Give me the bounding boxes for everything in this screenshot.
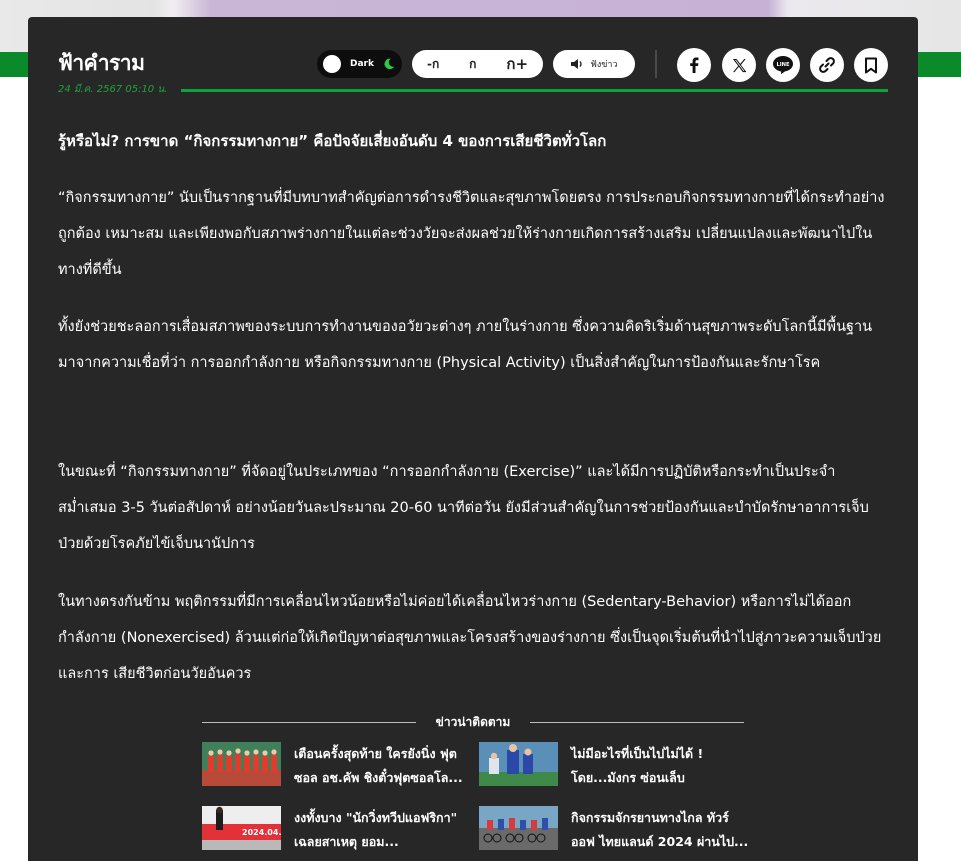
article-paragraph: ทั้งยังช่วยชะลอการเสื่อมสภาพของระบบการทำ…	[58, 319, 873, 371]
news-thumbnail-cycling	[479, 806, 558, 850]
speaker-icon	[571, 59, 583, 69]
link-icon	[819, 57, 835, 73]
related-news-item[interactable]: 2024.04.14 งงทั้งบาง "นักวิ่งทวีปแอฟริกา…	[202, 806, 472, 854]
related-news-headline: เตือนครั้งสุดท้าย ใครยังนิ่ง ฟุตซอล อช.ค…	[294, 746, 463, 785]
toggle-knob	[323, 55, 341, 73]
article-paragraph: ในขณะที่ “กิจกรรมทางกาย” ที่จัดอยู่ในประ…	[58, 464, 869, 552]
date-underline	[181, 89, 888, 92]
copy-link-button[interactable]	[810, 48, 844, 82]
article-card: ฟ้าคำราม 24 มี.ค. 2567 05:10 น. Dark -ก …	[28, 17, 918, 861]
author-name[interactable]: ฟ้าคำราม	[58, 47, 145, 80]
toolbar-divider	[655, 50, 657, 78]
related-news-item[interactable]: เตือนครั้งสุดท้าย ใครยังนิ่ง ฟุตซอล อช.ค…	[202, 742, 472, 790]
heading-rule	[530, 721, 744, 723]
x-share-button[interactable]	[722, 48, 756, 82]
font-normal-button[interactable]: ก	[469, 55, 476, 74]
related-news-heading: ข่าวน่าติดตาม	[202, 712, 744, 732]
line-share-button[interactable]: LINE	[766, 48, 800, 82]
listen-label: ฟังข่าว	[590, 60, 618, 70]
font-size-controls: -ก ก ก+	[412, 50, 543, 78]
related-news-headline: ไม่มีอะไรที่เป็นไปไม่ได้ ! โดย...มังกร ซ…	[571, 746, 704, 785]
moon-icon	[384, 58, 395, 70]
facebook-share-button[interactable]	[677, 48, 711, 82]
bookmark-icon	[865, 57, 877, 73]
news-thumbnail-football	[479, 742, 558, 786]
dark-mode-toggle[interactable]: Dark	[317, 50, 402, 78]
article-lead: รู้หรือไม่? การขาด “กิจกรรมทางกาย” คือปั…	[58, 132, 607, 150]
bookmark-button[interactable]	[854, 48, 888, 82]
font-increase-button[interactable]: ก+	[506, 52, 528, 76]
listen-news-button[interactable]: ฟังข่าว	[553, 50, 635, 78]
font-decrease-button[interactable]: -ก	[427, 55, 439, 74]
related-news-item[interactable]: กิจกรรมจักรยานทางไกล ทัวร์ออฟ ไทยแลนด์ 2…	[479, 806, 749, 854]
dark-mode-label: Dark	[350, 59, 374, 69]
related-news-headline: กิจกรรมจักรยานทางไกล ทัวร์ออฟ ไทยแลนด์ 2…	[571, 810, 749, 849]
related-news-headline: งงทั้งบาง "นักวิ่งทวีปแอฟริกา" เฉลยสาเหต…	[294, 810, 458, 849]
article-paragraph: “กิจกรรมทางกาย” นับเป็นรากฐานที่มีบทบาทส…	[58, 190, 885, 278]
news-thumbnail-runner: 2024.04.14	[202, 806, 281, 850]
related-news-title: ข่าวน่าติดตาม	[435, 714, 511, 729]
facebook-icon	[690, 57, 699, 73]
related-news-item[interactable]: ไม่มีอะไรที่เป็นไปไม่ได้ ! โดย...มังกร ซ…	[479, 742, 749, 790]
x-icon	[732, 58, 746, 72]
publish-date: 24 มี.ค. 2567 05:10 น.	[58, 84, 168, 95]
news-thumbnail-futsal	[202, 742, 281, 786]
svg-text:LINE: LINE	[776, 62, 790, 68]
line-icon: LINE	[773, 56, 793, 75]
heading-rule	[202, 721, 416, 723]
thumbnail-caption: 2024.04.14	[242, 828, 281, 837]
article-paragraph: ในทางตรงกันข้าม พฤติกรรมที่มีการเคลื่อนไ…	[58, 594, 882, 682]
